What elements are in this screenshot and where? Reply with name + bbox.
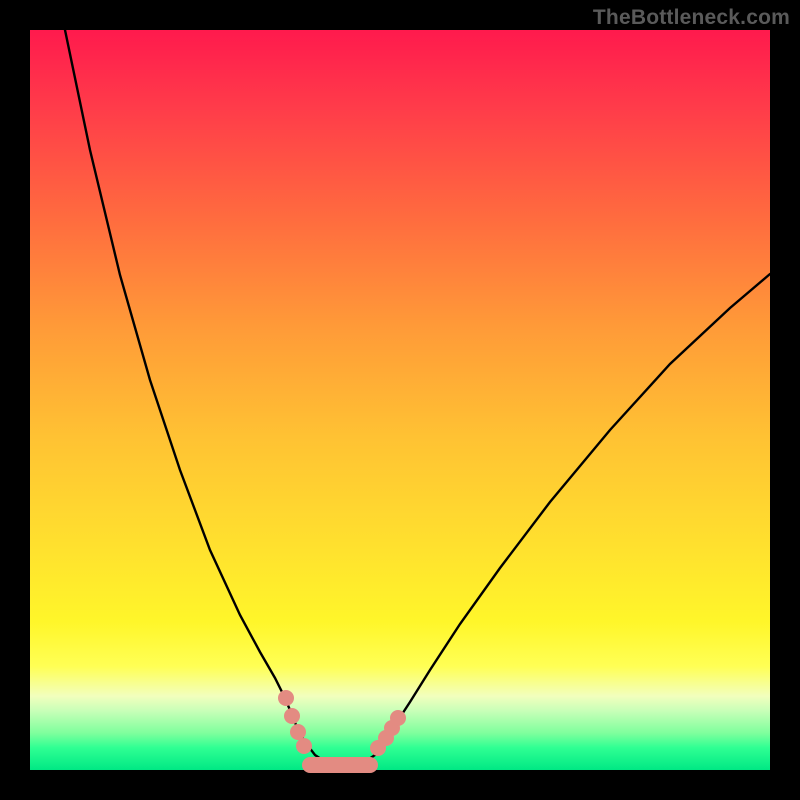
chart-frame: TheBottleneck.com	[0, 0, 800, 800]
right-dots-salmon-point	[390, 710, 406, 726]
left-dots-salmon-point	[296, 738, 312, 754]
left-dots-salmon-point	[284, 708, 300, 724]
series-group	[65, 30, 770, 765]
left-dots-salmon-point	[290, 724, 306, 740]
curve-svg-layer	[30, 30, 770, 770]
left-dots-salmon-point	[278, 690, 294, 706]
right-curve-black	[360, 274, 770, 765]
left-curve-black	[65, 30, 330, 765]
watermark-text: TheBottleneck.com	[593, 6, 790, 30]
plot-gradient-area	[30, 30, 770, 770]
